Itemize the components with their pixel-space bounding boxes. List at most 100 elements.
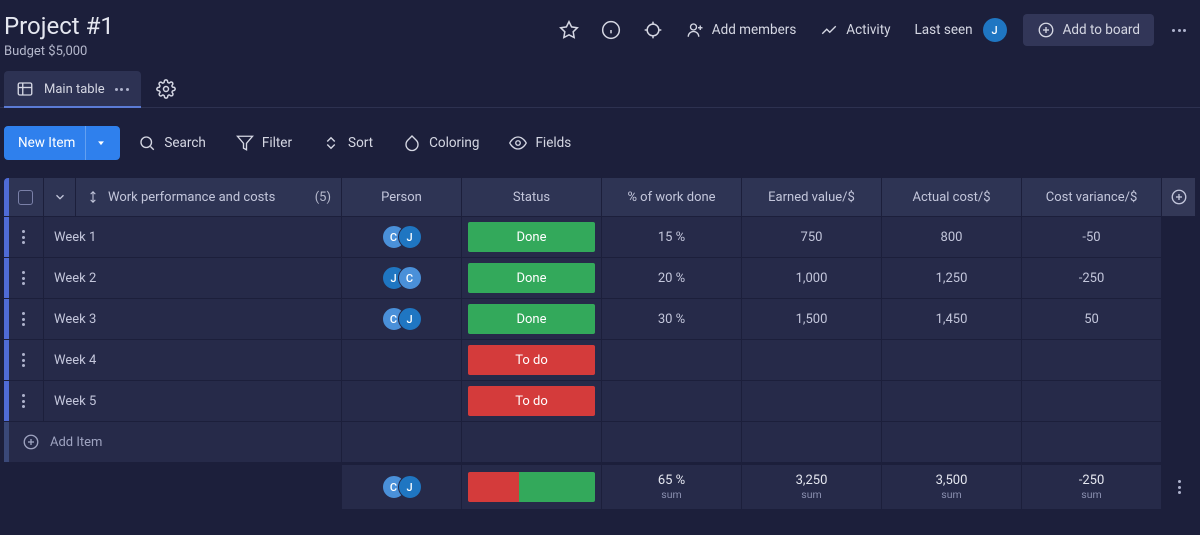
pct-cell[interactable] [602,381,742,421]
summary-person[interactable]: CJ [342,465,462,509]
earned-cell[interactable]: 750 [742,217,882,257]
row-menu-button[interactable] [4,217,44,257]
last-seen[interactable]: Last seen J [907,12,1015,48]
actual-cell[interactable]: 1,450 [882,299,1022,339]
row-menu-button[interactable] [4,340,44,380]
status-cell[interactable]: Done [462,258,602,298]
tab-main-table[interactable]: Main table [4,71,141,107]
pct-cell[interactable]: 30 % [602,299,742,339]
actual-cell[interactable] [882,381,1022,421]
status-cell[interactable]: To do [462,381,602,421]
pct-cell[interactable] [602,340,742,380]
column-pct[interactable]: % of work done [602,178,742,216]
summary-menu-button[interactable] [1162,465,1196,509]
info-icon[interactable] [594,13,628,47]
table-row[interactable]: Week 4 To do [4,340,1196,380]
sort-tool[interactable]: Sort [310,127,385,159]
collapse-group-button[interactable] [44,178,76,216]
add-members-button[interactable]: Add members [678,15,805,45]
item-name[interactable]: Week 5 [44,381,342,421]
earned-cell[interactable] [742,381,882,421]
variance-cell[interactable]: -250 [1022,258,1162,298]
row-menu-button[interactable] [4,381,44,421]
add-item-button[interactable]: Add Item [4,422,342,462]
item-name[interactable]: Week 4 [44,340,342,380]
avatar: J [398,475,422,499]
table-row[interactable]: Week 3 CJ Done 30 % 1,500 1,450 50 [4,299,1196,339]
integrations-icon[interactable] [636,13,670,47]
table-row[interactable]: Week 5 To do [4,381,1196,421]
summary-earned: 3,250 sum [742,465,882,509]
person-cell[interactable] [342,340,462,380]
group-title: Work performance and costs [108,190,275,205]
person-cell[interactable]: JC [342,258,462,298]
pct-cell[interactable]: 20 % [602,258,742,298]
status-cell[interactable]: To do [462,340,602,380]
add-item-label: Add Item [50,435,102,450]
person-cell[interactable]: CJ [342,299,462,339]
new-item-label: New Item [18,135,75,151]
column-actual[interactable]: Actual cost/$ [882,178,1022,216]
variance-cell[interactable]: 50 [1022,299,1162,339]
variance-cell[interactable]: -50 [1022,217,1162,257]
chevron-down-icon[interactable] [85,126,116,160]
summary-actual: 3,500 sum [882,465,1022,509]
fields-label: Fields [535,135,571,151]
table-row[interactable]: Week 2 JC Done 20 % 1,000 1,250 -250 [4,258,1196,298]
earned-cell[interactable]: 1,500 [742,299,882,339]
sort-label: Sort [348,135,373,151]
person-cell[interactable]: CJ [342,217,462,257]
person-cell[interactable] [342,381,462,421]
blank-cell [882,422,1022,462]
group-count: (5) [315,190,331,205]
column-group[interactable]: Work performance and costs (5) [76,178,342,216]
budget-subtitle: Budget $5,000 [4,44,114,59]
row-menu-button[interactable] [4,299,44,339]
add-column-button[interactable] [1162,178,1196,216]
actual-cell[interactable]: 800 [882,217,1022,257]
activity-label: Activity [846,22,890,38]
search-tool[interactable]: Search [126,127,217,159]
earned-cell[interactable]: 1,000 [742,258,882,298]
column-status[interactable]: Status [462,178,602,216]
avatar: C [398,266,422,290]
add-to-board-button[interactable]: Add to board [1023,14,1154,46]
blank-cell [1022,422,1162,462]
blank-cell [602,422,742,462]
table-icon [16,80,34,98]
page-title: Project #1 [4,12,114,40]
summary-status[interactable] [462,465,602,509]
column-person[interactable]: Person [342,178,462,216]
filter-label: Filter [262,135,292,151]
summary-spacer [4,465,342,509]
status-cell[interactable]: Done [462,217,602,257]
more-icon[interactable] [1162,13,1196,47]
item-name[interactable]: Week 3 [44,299,342,339]
add-members-label: Add members [712,22,797,38]
coloring-tool[interactable]: Coloring [391,127,491,159]
tab-label: Main table [44,82,105,97]
actual-cell[interactable] [882,340,1022,380]
earned-cell[interactable] [742,340,882,380]
row-menu-button[interactable] [4,258,44,298]
activity-button[interactable]: Activity [812,15,898,45]
pct-cell[interactable]: 15 % [602,217,742,257]
select-all-checkbox[interactable] [18,190,33,205]
item-name[interactable]: Week 2 [44,258,342,298]
star-icon[interactable] [552,13,586,47]
fields-tool[interactable]: Fields [497,127,583,159]
variance-cell[interactable] [1022,381,1162,421]
actual-cell[interactable]: 1,250 [882,258,1022,298]
filter-tool[interactable]: Filter [224,127,304,159]
status-cell[interactable]: Done [462,299,602,339]
column-variance[interactable]: Cost variance/$ [1022,178,1162,216]
variance-cell[interactable] [1022,340,1162,380]
tab-menu-icon[interactable] [115,88,129,91]
table-row[interactable]: Week 1 CJ Done 15 % 750 800 -50 [4,217,1196,257]
new-item-button[interactable]: New Item [4,126,120,160]
add-to-board-label: Add to board [1063,22,1140,38]
item-name[interactable]: Week 1 [44,217,342,257]
column-earned[interactable]: Earned value/$ [742,178,882,216]
gear-icon[interactable] [149,72,183,106]
last-seen-label: Last seen [915,22,973,38]
